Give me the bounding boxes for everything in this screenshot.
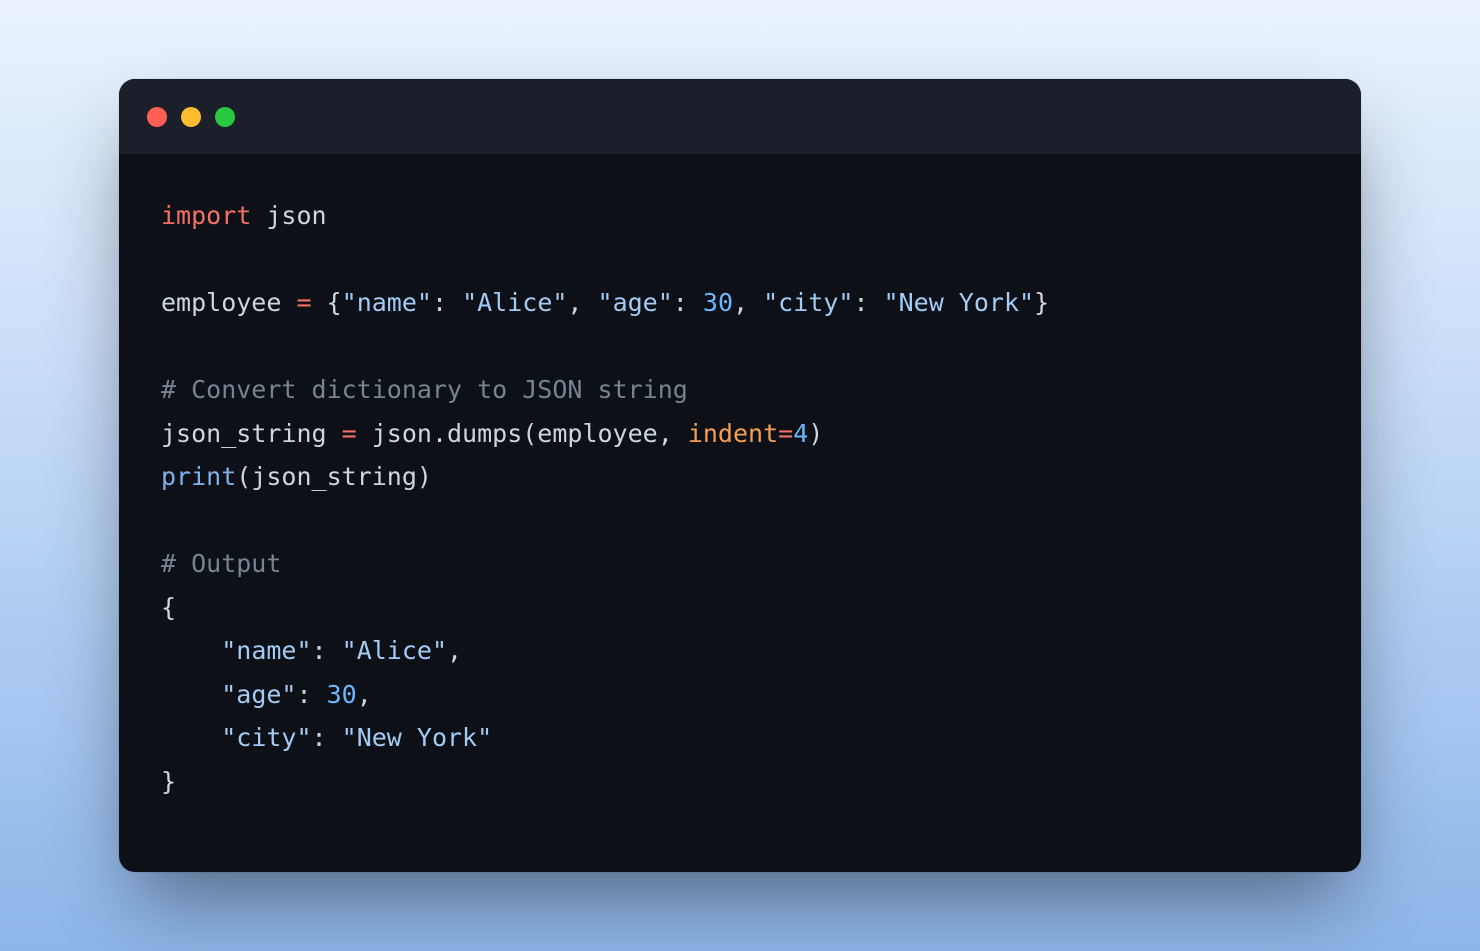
code-comment: # Output [161,549,281,578]
code-token: , [357,680,372,709]
code-token: } [1034,288,1049,317]
code-token: : [853,288,883,317]
minimize-icon[interactable] [181,107,201,127]
maximize-icon[interactable] [215,107,235,127]
code-token: : [312,723,342,752]
code-token: "city" [763,288,853,317]
code-token: "name" [342,288,432,317]
code-token: { [161,593,176,622]
code-token: , [447,636,462,665]
code-block: import json employee = {"name": "Alice",… [119,154,1361,872]
code-token: = [296,288,311,317]
code-token: 30 [703,288,733,317]
code-token [161,723,221,752]
code-token: { [312,288,342,317]
code-token: "age" [221,680,296,709]
code-token: indent [688,419,778,448]
code-token: : [312,636,342,665]
code-token: print [161,462,236,491]
code-token: } [161,767,176,796]
code-token: import [161,201,251,230]
code-token: json.dumps(employee, [357,419,688,448]
code-token: employee [161,288,296,317]
code-token: : [296,680,326,709]
code-token: ) [808,419,823,448]
code-token: "Alice" [462,288,567,317]
code-token: "city" [221,723,311,752]
code-token: 4 [793,419,808,448]
code-token: json [251,201,326,230]
code-token: "New York" [342,723,493,752]
code-token: 30 [327,680,357,709]
code-token: , [567,288,597,317]
code-token: "New York" [884,288,1035,317]
code-window: import json employee = {"name": "Alice",… [119,79,1361,872]
window-titlebar [119,79,1361,154]
close-icon[interactable] [147,107,167,127]
code-token: , [733,288,763,317]
code-token: : [432,288,462,317]
code-token: : [673,288,703,317]
code-comment: # Convert dictionary to JSON string [161,375,688,404]
code-token [161,636,221,665]
code-token: "age" [598,288,673,317]
code-token: = [778,419,793,448]
code-token: json_string [161,419,342,448]
code-token: "Alice" [342,636,447,665]
code-token [161,680,221,709]
code-token: = [342,419,357,448]
code-token: (json_string) [236,462,432,491]
code-token: "name" [221,636,311,665]
